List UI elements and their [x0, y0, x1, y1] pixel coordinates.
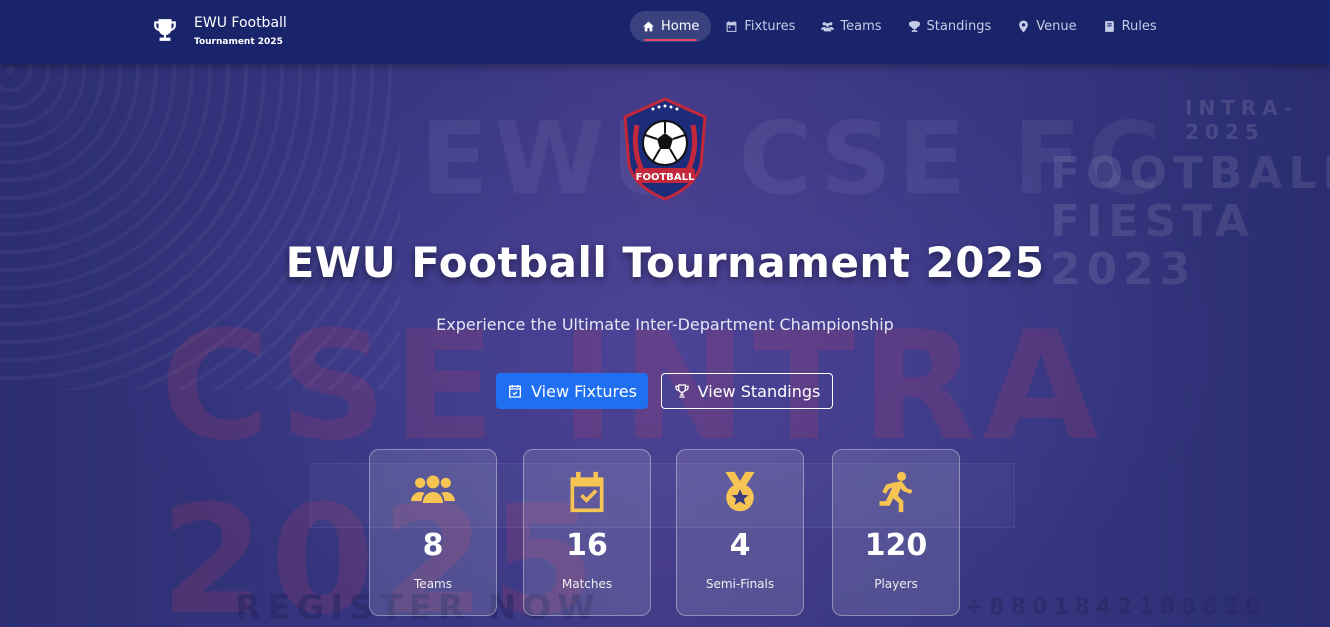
stat-label: Semi-Finals — [705, 577, 775, 591]
stat-label: Players — [874, 577, 918, 591]
stat-value: 4 — [729, 528, 751, 563]
book-icon — [1104, 21, 1114, 32]
map-pin-icon — [1019, 20, 1029, 33]
nav-fixtures[interactable]: Fixtures — [713, 11, 807, 42]
nav-home[interactable]: Home — [630, 11, 712, 42]
brand-title: EWU Football — [194, 14, 287, 31]
stat-value: 16 — [566, 528, 608, 563]
users-icon — [821, 22, 835, 32]
nav-rules[interactable]: Rules — [1091, 11, 1169, 42]
logo-text: FOOTBALL — [636, 172, 695, 183]
trophy-icon — [908, 21, 920, 32]
navbar: EWU Football Tournament 2025 Home Fixtur… — [0, 0, 1330, 64]
view-fixtures-label: View Fixtures — [531, 381, 637, 401]
view-standings-label: View Standings — [697, 381, 821, 401]
stat-value: 8 — [422, 528, 444, 563]
bg-phone-text: +8801842188820 — [965, 595, 1267, 620]
trophy-icon — [154, 19, 176, 41]
users-icon — [411, 475, 455, 503]
running-icon — [879, 471, 913, 513]
nav-venue[interactable]: Venue — [1005, 11, 1088, 42]
stat-label: Matches — [561, 577, 613, 591]
brand-subtitle: Tournament 2025 — [194, 36, 283, 47]
main-nav: Home Fixtures Teams Standings Venue Rule… — [630, 11, 1171, 42]
home-icon — [643, 21, 654, 32]
nav-venue-label: Venue — [1036, 19, 1077, 34]
bg-intra-text: INTRA-2025 — [1185, 96, 1299, 144]
football-logo: FOOTBALL — [623, 97, 707, 201]
nav-teams-label: Teams — [840, 19, 882, 34]
stat-card-teams: 8 Teams — [369, 449, 497, 616]
nav-home-label: Home — [661, 19, 700, 34]
medal-icon — [725, 471, 755, 512]
stat-value: 120 — [864, 528, 928, 563]
stat-card-semifinals: 4 Semi-Finals — [676, 449, 804, 616]
stat-card-matches: 16 Matches — [523, 449, 651, 616]
nav-fixtures-label: Fixtures — [744, 19, 796, 34]
view-fixtures-button[interactable]: View Fixtures — [496, 373, 648, 409]
view-standings-button[interactable]: View Standings — [661, 373, 833, 409]
nav-teams[interactable]: Teams — [809, 11, 893, 42]
stat-label: Teams — [414, 577, 452, 591]
calendar-icon — [727, 21, 737, 32]
brand[interactable]: EWU Football Tournament 2025 — [152, 6, 287, 54]
calendar-check-icon — [570, 471, 604, 513]
stat-card-players: 120 Players — [832, 449, 960, 616]
hero-title: EWU Football Tournament 2025 — [285, 238, 1045, 287]
nav-standings[interactable]: Standings — [896, 11, 1004, 42]
nav-standings-label: Standings — [926, 19, 992, 34]
nav-rules-label: Rules — [1121, 19, 1157, 34]
calendar-check-icon — [509, 385, 522, 398]
hero-subtitle: Experience the Ultimate Inter-Department… — [436, 315, 894, 334]
trophy-icon — [674, 384, 689, 398]
